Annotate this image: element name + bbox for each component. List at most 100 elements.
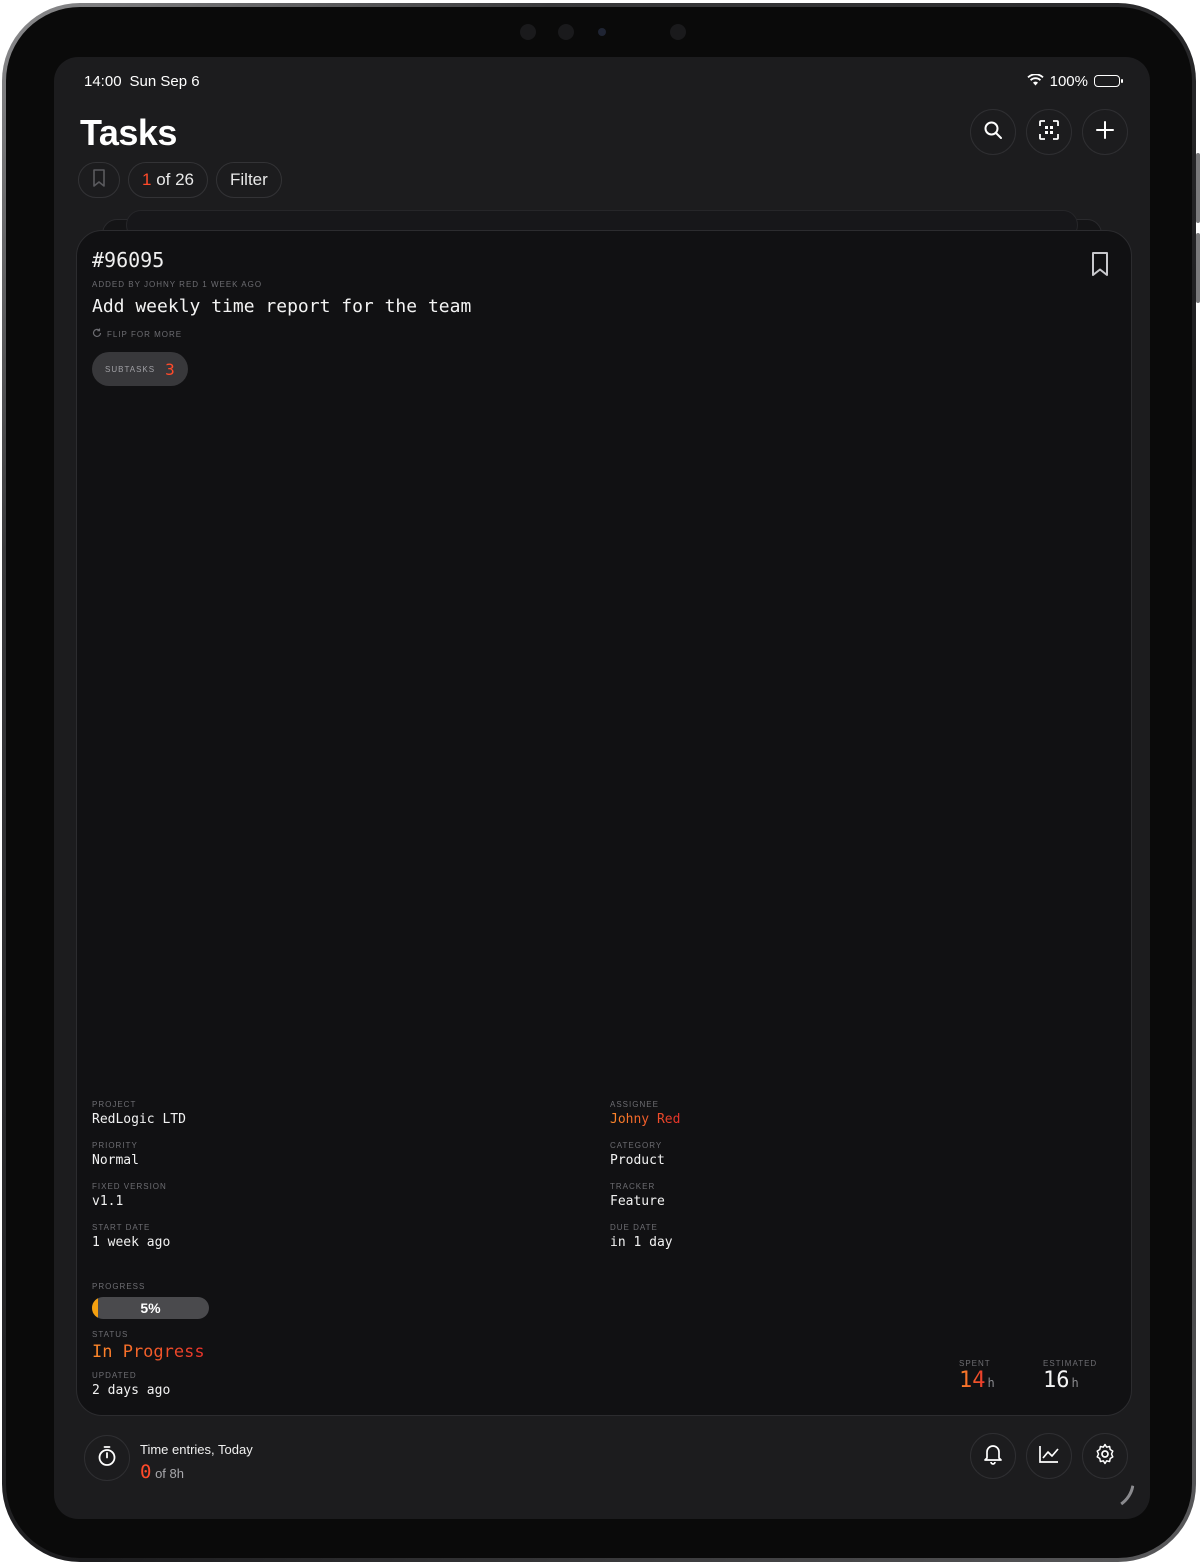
spent-label: SPENT xyxy=(959,1359,991,1368)
subtasks-button[interactable]: SUBTASKS 3 xyxy=(92,352,188,386)
progress-label: PROGRESS xyxy=(92,1282,146,1291)
spent-value: 14 xyxy=(959,1368,986,1393)
subtasks-count: 3 xyxy=(165,359,175,379)
bookmark-icon xyxy=(1091,252,1109,281)
project-value: RedLogic LTD xyxy=(92,1112,186,1127)
flip-hint-label: FLIP FOR MORE xyxy=(107,329,183,339)
plus-icon xyxy=(1095,120,1115,145)
due-date-value: in 1 day xyxy=(610,1235,673,1250)
wifi-icon xyxy=(1026,72,1044,90)
subtasks-label: SUBTASKS xyxy=(105,364,156,374)
notifications-button[interactable] xyxy=(970,1433,1016,1479)
sensor xyxy=(558,24,574,40)
start-date-label: START DATE xyxy=(92,1223,151,1232)
add-task-button[interactable] xyxy=(1082,109,1128,155)
status-value[interactable]: In Progress xyxy=(92,1342,205,1362)
filter-button[interactable]: Filter xyxy=(216,162,282,198)
category-value: Product xyxy=(610,1153,665,1168)
front-camera xyxy=(598,28,606,36)
status-label: STATUS xyxy=(92,1330,129,1339)
task-id: #96095 xyxy=(92,248,165,272)
search-icon xyxy=(983,120,1003,145)
priority-label: PRIORITY xyxy=(92,1141,138,1150)
battery-icon xyxy=(1094,75,1123,87)
project-label: PROJECT xyxy=(92,1100,137,1109)
time-entries-total: of 8h xyxy=(151,1466,184,1481)
filter-bar: 1 of 26 Filter xyxy=(78,162,282,198)
progress-field: PROGRESS xyxy=(92,1282,145,1291)
estimated-unit: h xyxy=(1071,1376,1079,1390)
corner-indicator xyxy=(1099,1480,1135,1516)
qr-scan-icon xyxy=(1038,119,1060,146)
time-entries-label: Time entries, Today xyxy=(140,1442,253,1457)
fixed-version-field: FIXED VERSION v1.1 xyxy=(92,1182,167,1209)
gear-icon xyxy=(1094,1443,1116,1470)
refresh-icon xyxy=(92,328,102,340)
tracker-field: TRACKER Feature xyxy=(610,1182,665,1209)
project-field: PROJECT RedLogic LTD xyxy=(92,1100,186,1127)
task-position-indicator[interactable]: 1 of 26 xyxy=(128,162,209,198)
bottom-bar: Time entries, Today 0 of 8h xyxy=(54,1427,1150,1487)
start-date-value: 1 week ago xyxy=(92,1235,171,1250)
updated-label: UPDATED xyxy=(92,1371,137,1380)
settings-button[interactable] xyxy=(1082,1433,1128,1479)
spent-metric: SPENT 14 h xyxy=(959,1359,995,1393)
fixed-version-label: FIXED VERSION xyxy=(92,1182,167,1191)
page-title: Tasks xyxy=(80,112,177,153)
scan-button[interactable] xyxy=(1026,109,1072,155)
bezel: 14:00 Sun Sep 6 100% Tasks 1 of 26 Filte… xyxy=(6,7,1192,1558)
due-date-label: DUE DATE xyxy=(610,1223,658,1232)
footer-actions xyxy=(970,1433,1128,1479)
assignee-label: ASSIGNEE xyxy=(610,1100,659,1109)
task-card[interactable]: #96095 ADDED BY JOHNY RED 1 WEEK AGO Add… xyxy=(76,230,1132,1416)
due-date-field: DUE DATE in 1 day xyxy=(610,1223,673,1250)
progress-bar: 5% xyxy=(92,1297,209,1319)
current-position: 1 xyxy=(142,170,152,189)
priority-field: PRIORITY Normal xyxy=(92,1141,139,1168)
status-date: Sun Sep 6 xyxy=(129,72,200,90)
progress-percent: 5% xyxy=(140,1300,161,1316)
estimated-metric: ESTIMATED 16 h xyxy=(1043,1359,1097,1393)
app-screen: 14:00 Sun Sep 6 100% Tasks 1 of 26 Filte… xyxy=(54,57,1150,1519)
assignee-field: ASSIGNEE Johny Red xyxy=(610,1100,680,1127)
progress-fill xyxy=(92,1297,98,1319)
tracker-value: Feature xyxy=(610,1194,665,1209)
status-field: STATUS In Progress xyxy=(92,1330,205,1362)
stopwatch-icon xyxy=(96,1445,118,1472)
assignee-value[interactable]: Johny Red xyxy=(610,1112,680,1127)
time-entries-value: 0 of 8h xyxy=(140,1461,184,1483)
sensor xyxy=(520,24,536,40)
estimated-label: ESTIMATED xyxy=(1043,1359,1098,1368)
bookmark-filter-button[interactable] xyxy=(78,162,120,198)
bookmark-task-button[interactable] xyxy=(1091,251,1109,281)
search-button[interactable] xyxy=(970,109,1016,155)
ipad-device-frame: 14:00 Sun Sep 6 100% Tasks 1 of 26 Filte… xyxy=(2,3,1200,1562)
bell-icon xyxy=(983,1443,1003,1470)
total-position: of 26 xyxy=(151,170,195,189)
estimated-value: 16 xyxy=(1043,1368,1070,1393)
time-entries-logged: 0 xyxy=(140,1461,152,1483)
status-bar: 14:00 Sun Sep 6 100% xyxy=(84,71,1123,91)
updated-value: 2 days ago xyxy=(92,1383,171,1398)
chart-icon xyxy=(1038,1444,1060,1469)
bookmark-icon xyxy=(92,168,106,193)
volume-up-button xyxy=(1196,153,1200,223)
volume-down-button xyxy=(1196,233,1200,303)
task-added-by: ADDED BY JOHNY RED 1 WEEK AGO xyxy=(92,280,263,289)
sensor xyxy=(670,24,686,40)
task-title: Add weekly time report for the team xyxy=(92,296,472,317)
status-time: 14:00 xyxy=(84,72,122,90)
flip-hint[interactable]: FLIP FOR MORE xyxy=(92,328,182,340)
fixed-version-value: v1.1 xyxy=(92,1194,124,1209)
priority-value: Normal xyxy=(92,1153,139,1168)
start-date-field: START DATE 1 week ago xyxy=(92,1223,170,1250)
statistics-button[interactable] xyxy=(1026,1433,1072,1479)
spent-unit: h xyxy=(987,1376,995,1390)
battery-percent: 100% xyxy=(1049,72,1088,90)
category-field: CATEGORY Product xyxy=(610,1141,665,1168)
category-label: CATEGORY xyxy=(610,1141,663,1150)
tracker-label: TRACKER xyxy=(610,1182,656,1191)
updated-field: UPDATED 2 days ago xyxy=(92,1371,170,1398)
timer-button[interactable] xyxy=(84,1435,130,1481)
header-actions xyxy=(970,109,1128,155)
